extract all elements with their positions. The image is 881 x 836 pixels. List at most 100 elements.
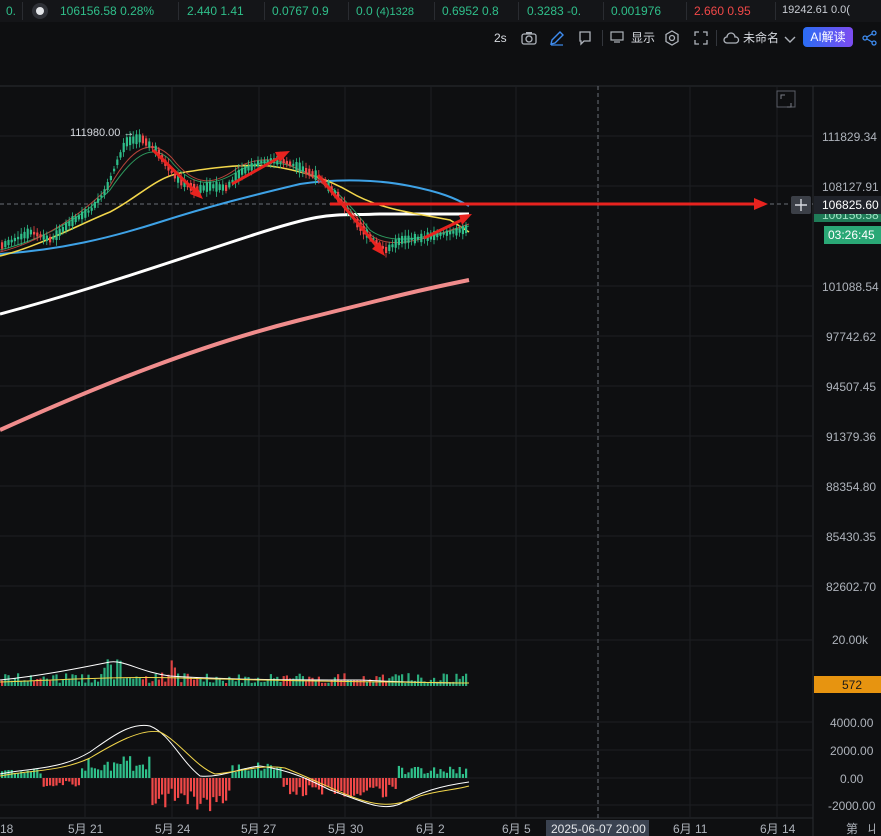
settings-icon[interactable] (663, 29, 681, 47)
macd-bar (29, 771, 32, 778)
volume-bar (119, 660, 122, 686)
candle-body (74, 216, 77, 223)
display-button[interactable]: 显示 (631, 27, 655, 49)
ticker-item-2[interactable]: 2.440 1.41 (187, 4, 244, 18)
price-tick: 111829.34 (822, 130, 877, 144)
volume-bar (276, 676, 279, 686)
volume-bar (353, 679, 356, 686)
macd-bar (228, 778, 231, 791)
macd-bar (260, 770, 263, 778)
macd-bar (170, 778, 173, 789)
macd-bar (71, 778, 74, 785)
ticker-item-4[interactable]: 0.0 (4)1328 (356, 4, 414, 18)
macd-bar (394, 778, 397, 789)
macd-tick: 4000.00 (830, 716, 874, 730)
candle-body (205, 182, 208, 192)
candle-body (87, 210, 90, 213)
date-axis-extra[interactable]: 第 (846, 822, 858, 836)
macd-bar (215, 778, 218, 803)
volume-bar (138, 677, 141, 686)
volume-bar (81, 674, 84, 686)
macd-bar (273, 769, 276, 778)
interval-selector[interactable]: 2s (494, 27, 507, 49)
macd-bar (439, 769, 442, 778)
chart-area[interactable]: 111980.00 → 111829.34 108127.91 101088.5… (0, 52, 881, 836)
pencil-icon[interactable] (548, 29, 566, 47)
candle-body (173, 174, 176, 179)
macd-bar (346, 778, 349, 796)
candle-body (404, 235, 407, 244)
layout-name-button[interactable]: 未命名 (743, 27, 779, 49)
macd-bar (385, 778, 388, 797)
volume-bar (461, 676, 464, 686)
volume-bar (225, 682, 228, 686)
volume-bar (404, 682, 407, 686)
candle-body (305, 167, 308, 174)
volume-bar (465, 673, 468, 686)
macd-bar (61, 778, 64, 786)
date-axis-extra[interactable]: ㄐ (866, 822, 878, 836)
macd-bar (45, 778, 48, 787)
volume-bar (84, 682, 87, 686)
macd-bar (1, 771, 4, 778)
volume-bar (141, 679, 144, 686)
candle-body (141, 135, 144, 144)
ticker-item-5[interactable]: 0.6952 0.8 (442, 4, 499, 18)
candle-body (407, 235, 410, 243)
ticker-item-3[interactable]: 0.0767 0.9 (272, 4, 329, 18)
volume-bar (113, 679, 116, 686)
candle-body (221, 184, 224, 191)
volume-bar (433, 677, 436, 686)
date-tick: 6月 14 (760, 822, 796, 836)
macd-bar (257, 762, 260, 778)
candle-body (388, 244, 391, 251)
volume-bar (39, 678, 42, 686)
candle-body (465, 225, 468, 234)
macd-bar (218, 778, 221, 797)
ticker-item-1[interactable]: 106156.58 0.28% (60, 4, 154, 18)
volume-bar (170, 660, 173, 686)
price-tick: 94507.45 (826, 380, 876, 394)
candle-body (199, 184, 202, 193)
candle-body (84, 209, 87, 218)
candle-body (385, 246, 388, 254)
ai-interpret-button[interactable]: AI解读 (803, 27, 853, 47)
candle-body (410, 237, 413, 241)
candle-body (52, 236, 55, 240)
cloud-icon (723, 32, 740, 44)
macd-bar (410, 768, 413, 778)
volume-bar (327, 682, 330, 686)
ticker-item-0[interactable]: 0. (6, 4, 16, 18)
candle-body (449, 231, 452, 235)
ticker-item-7[interactable]: 0.001976 (611, 4, 661, 18)
camera-icon[interactable] (520, 29, 538, 47)
candle-body (90, 207, 93, 211)
macd-bar (167, 778, 170, 794)
app-logo (30, 1, 50, 24)
ticker-item-8[interactable]: 2.660 0.95 (694, 4, 751, 18)
share-icon[interactable] (861, 29, 879, 47)
ticker-item-6[interactable]: 0.3283 -0. (527, 4, 581, 18)
macd-bar (49, 778, 52, 786)
macd-bar (209, 778, 212, 812)
countdown-tag: 03:26:45 (828, 228, 875, 242)
candle-body (301, 166, 304, 172)
volume-bar (93, 679, 96, 686)
annotation-icon[interactable] (576, 29, 594, 47)
macd-bar (461, 774, 464, 778)
pane-maximize-button[interactable] (776, 90, 796, 108)
candle-body (260, 160, 263, 164)
candle-body (244, 166, 247, 174)
ticker-item-9[interactable]: 19242.61 0.0( (782, 4, 850, 16)
volume-bar (311, 677, 314, 686)
macd-bar (81, 768, 84, 778)
date-tick: 5月 30 (328, 822, 364, 836)
macd-bar (433, 767, 436, 778)
chevron-down-icon[interactable] (781, 31, 799, 49)
macd-bar (183, 778, 186, 796)
fullscreen-icon[interactable] (692, 29, 710, 47)
candle-body (298, 162, 301, 173)
macd-bar (397, 765, 400, 778)
candle-body (228, 181, 231, 188)
macd-bar (177, 778, 180, 798)
